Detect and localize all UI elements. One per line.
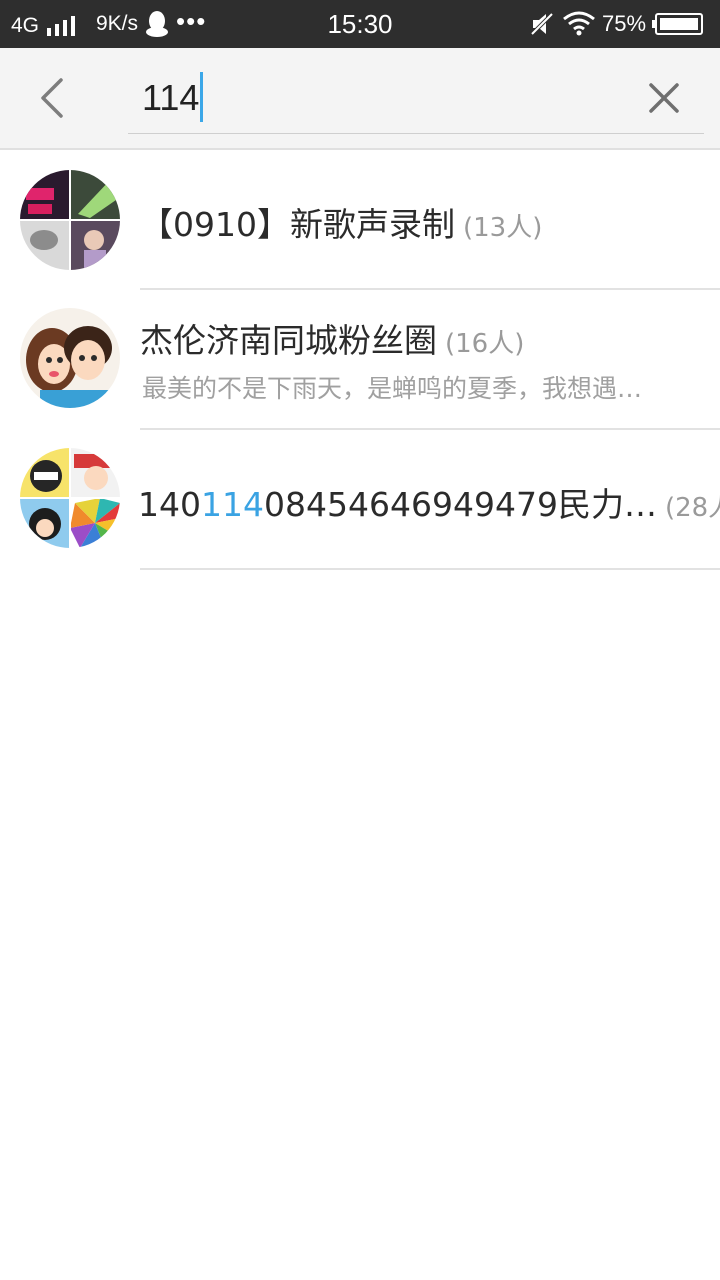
query-match-highlight: 114	[201, 485, 264, 524]
group-avatar	[20, 448, 120, 548]
group-description: 最美的不是下雨天，是蝉鸣的夏季，我想遇…	[142, 374, 643, 403]
list-item[interactable]: 杰伦济南同城粉丝圈 (16人) 最美的不是下雨天，是蝉鸣的夏季，我想遇…	[0, 290, 720, 430]
close-icon[interactable]	[640, 74, 688, 122]
group-title: 杰伦济南同城粉丝圈 (16人)	[140, 314, 524, 362]
group-name: 杰伦济南同城粉丝圈	[140, 321, 437, 360]
battery-percent: 75%	[602, 11, 647, 36]
wifi-icon	[563, 11, 595, 36]
group-name: 【0910】新歌声录制	[140, 205, 455, 244]
text-caret	[200, 72, 204, 123]
group-name-suffix: 08454646949479民力…	[264, 485, 657, 524]
group-name-prefix: 140	[138, 485, 201, 524]
battery-icon	[652, 13, 703, 35]
list-item[interactable]: 【0910】新歌声录制 (13人)	[0, 150, 720, 290]
search-results-list: 【0910】新歌声录制 (13人) 杰伦济南同城粉丝圈 (16人) 最美的不是下雨天…	[0, 150, 720, 570]
member-count: (16人)	[445, 329, 525, 359]
member-count: (13人)	[462, 213, 543, 243]
list-item[interactable]: 14011408454646949479民力…(28人)	[0, 430, 720, 570]
group-avatar	[20, 170, 120, 270]
group-avatar	[20, 308, 120, 408]
back-chevron-icon[interactable]	[30, 72, 76, 124]
search-input[interactable]: 114	[142, 70, 204, 126]
mute-icon	[530, 12, 554, 36]
member-count: (28人)	[664, 493, 720, 523]
group-title: 14011408454646949479民力…(28人)	[138, 478, 720, 526]
search-field[interactable]: 114	[128, 62, 704, 134]
search-query: 114	[142, 77, 200, 118]
search-header: 114	[0, 48, 720, 150]
group-title: 【0910】新歌声录制 (13人)	[140, 198, 542, 246]
divider	[140, 568, 720, 570]
status-bar: 4G 9K/s ••• 15:30 75%	[0, 0, 720, 48]
